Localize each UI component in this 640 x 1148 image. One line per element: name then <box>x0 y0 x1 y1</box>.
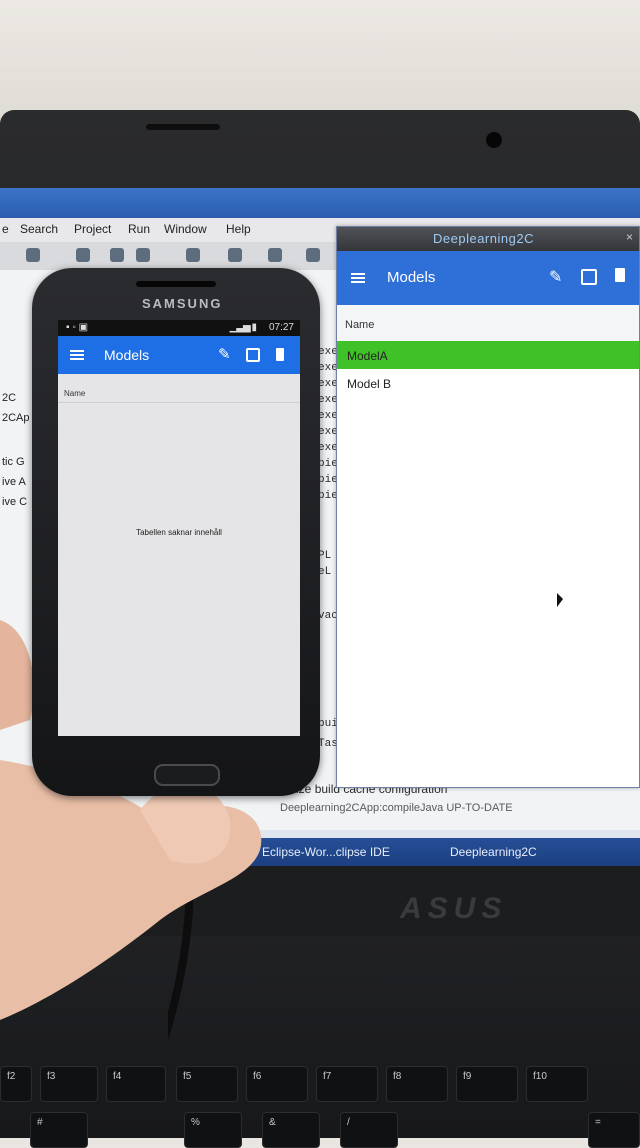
phone-toolbar-title: Models <box>104 347 150 363</box>
phone-brand: SAMSUNG <box>142 296 223 311</box>
column-header-name[interactable]: Name <box>345 319 374 331</box>
menu-item-run[interactable]: Run <box>128 222 150 236</box>
row-label: ModelA <box>347 349 388 363</box>
console-line: exe <box>318 378 338 390</box>
phone-table-header: Name <box>58 374 300 403</box>
toolbar-tool-icon[interactable] <box>186 248 200 262</box>
project-tree-item[interactable]: 2C <box>2 392 16 404</box>
toolbar-tool-icon[interactable] <box>268 248 282 262</box>
signal-icon: ▁▃▅ ▮ <box>229 322 257 333</box>
deeplearning-app-window: Deeplearning2C × Models ✎ Name ModelA Mo… <box>336 226 640 788</box>
keyboard-key[interactable]: f4 <box>106 1066 166 1102</box>
window-title-bar: Deeplearning2C × <box>337 227 639 251</box>
console-line: pie <box>318 474 338 486</box>
menu-item-help[interactable]: Help <box>226 222 251 236</box>
project-tree-item[interactable]: 2CAp <box>2 412 30 424</box>
desktop-top-bar <box>0 188 640 218</box>
project-tree-item[interactable]: tic G <box>2 456 25 468</box>
console-line: exe <box>318 426 338 438</box>
taskbar-item-app[interactable]: Deeplearning2C <box>450 845 537 859</box>
samsung-phone: SAMSUNG ▪ ◦ ▣ ▁▃▅ ▮ 07:27 Models ✎ Name … <box>32 268 320 796</box>
home-button[interactable] <box>154 764 220 786</box>
keyboard-key[interactable]: f7 <box>316 1066 378 1102</box>
edit-icon[interactable]: ✎ <box>218 345 231 363</box>
app-toolbar: Models ✎ <box>337 251 639 305</box>
keyboard-key[interactable]: = <box>588 1112 640 1148</box>
console-line: Deeplearning2CApp:compileJava UP-TO-DATE <box>280 802 513 814</box>
keyboard-key[interactable]: # <box>30 1112 88 1148</box>
keyboard-key[interactable]: f2 <box>0 1066 32 1102</box>
project-tree-item[interactable]: ive C <box>2 496 27 508</box>
toolbar-tool-icon[interactable] <box>26 248 40 262</box>
keyboard-key[interactable]: f8 <box>386 1066 448 1102</box>
console-line: exe <box>318 442 338 454</box>
keyboard-key[interactable]: f3 <box>40 1066 98 1102</box>
bezel-slot <box>146 124 220 130</box>
toolbar-tool-icon[interactable] <box>306 248 320 262</box>
keyboard-key[interactable]: & <box>262 1112 320 1148</box>
mouse-cursor-icon <box>557 593 563 607</box>
toolbar-tool-icon[interactable] <box>76 248 90 262</box>
keyboard-key[interactable]: f6 <box>246 1066 308 1102</box>
status-time: 07:27 <box>268 322 294 333</box>
column-header-name[interactable]: Name <box>64 389 85 398</box>
project-tree-item[interactable]: ive A <box>2 476 26 488</box>
run-icon[interactable] <box>228 248 242 262</box>
menu-item-window[interactable]: Window <box>164 222 207 236</box>
table-row[interactable]: ModelA <box>337 341 639 369</box>
webcam-icon <box>486 132 502 148</box>
menu-item-search[interactable]: Search <box>20 222 58 236</box>
phone-screen: ▪ ◦ ▣ ▁▃▅ ▮ 07:27 Models ✎ Name Tabellen… <box>58 320 300 736</box>
console-line: exe <box>318 346 338 358</box>
window-title: Deeplearning2C <box>433 231 534 246</box>
delete-icon[interactable] <box>615 268 625 282</box>
toolbar-tool-icon[interactable] <box>110 248 124 262</box>
console-line: pie <box>318 490 338 502</box>
toolbar-tool-icon[interactable] <box>136 248 150 262</box>
menu-icon[interactable] <box>351 273 365 283</box>
save-icon[interactable] <box>581 269 597 285</box>
table-row[interactable]: Model B <box>337 369 639 397</box>
status-icons: ▪ ◦ ▣ <box>66 322 89 333</box>
console-line: exe <box>318 410 338 422</box>
menu-icon[interactable] <box>70 350 84 360</box>
phone-app-toolbar: Models ✎ <box>58 336 300 374</box>
table-header: Name <box>337 305 639 342</box>
console-line: pie <box>318 458 338 470</box>
taskbar-item-eclipse[interactable]: Eclipse-Wor...clipse IDE <box>262 845 390 859</box>
delete-icon[interactable] <box>276 348 284 361</box>
console-line: vac <box>318 610 338 622</box>
phone-speaker <box>136 281 216 287</box>
close-icon[interactable]: × <box>626 230 633 244</box>
save-icon[interactable] <box>246 348 260 362</box>
asus-logo: ASUS <box>400 892 508 925</box>
keyboard-key[interactable]: / <box>340 1112 398 1148</box>
empty-table-message: Tabellen saknar innehåll <box>136 528 222 537</box>
row-label: Model B <box>347 377 392 391</box>
edit-icon[interactable]: ✎ <box>549 267 562 287</box>
console-line: exe <box>318 362 338 374</box>
phone-status-bar: ▪ ◦ ▣ ▁▃▅ ▮ 07:27 <box>58 320 300 336</box>
keyboard-key[interactable]: f10 <box>526 1066 588 1102</box>
menu-item-project[interactable]: Project <box>74 222 111 236</box>
app-toolbar-title: Models <box>387 269 436 286</box>
menu-item-e[interactable]: e <box>2 222 9 236</box>
keyboard-key[interactable]: f9 <box>456 1066 518 1102</box>
console-line: exe <box>318 394 338 406</box>
